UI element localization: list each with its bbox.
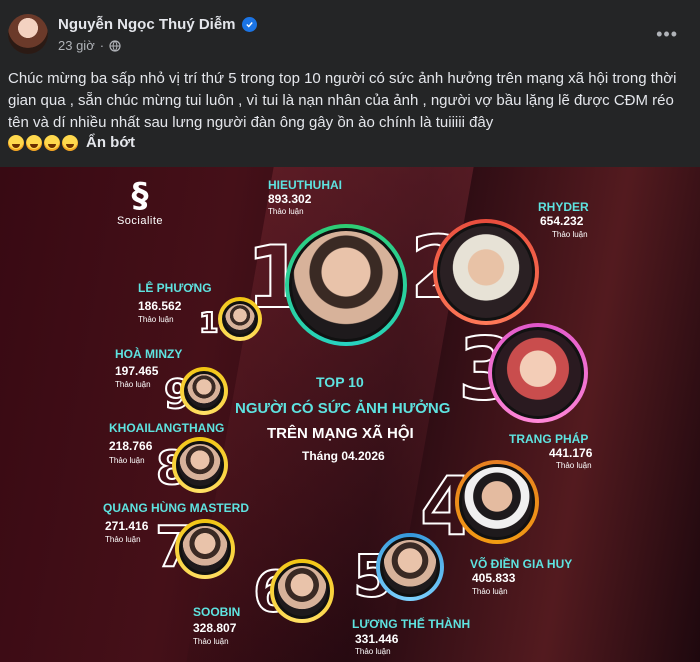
rank-10-photo-ring	[218, 297, 262, 341]
socialite-brand-text: Socialite	[116, 215, 164, 227]
post-text: Chúc mừng ba sấp nhỏ vị trí thứ 5 trong …	[8, 70, 677, 131]
rank-7-photo-ring	[175, 519, 235, 579]
verified-badge-icon	[241, 17, 257, 32]
facebook-post: Nguyễn Ngọc Thuý Diễm 23 giờ · ••• Chúc …	[0, 0, 700, 662]
rank-6-label: Thảo luận	[193, 637, 229, 646]
rank-7-label: Thảo luận	[105, 535, 141, 544]
rank-9-photo	[184, 371, 224, 411]
infographic-title-sub: TRÊN MẠNG XÃ HỘI	[267, 425, 414, 442]
rank-7-name: QUANG HÙNG MASTERD	[103, 501, 249, 515]
rank-3-photo	[492, 327, 584, 419]
rank-10-count: 186.562	[138, 299, 182, 313]
rank-10-name: LÊ PHƯƠNG	[138, 281, 212, 295]
rank-8-photo-ring	[172, 437, 228, 493]
rank-9-label: Thảo luận	[115, 380, 151, 389]
rank-5-photo	[380, 537, 440, 597]
grinning-sweat-emoji-icon	[44, 134, 60, 151]
rank-6-name: SOOBIN	[193, 605, 241, 619]
rank-9-count: 197.465	[115, 364, 159, 378]
dot-separator: ·	[99, 38, 105, 53]
rank-8-count: 218.766	[109, 439, 153, 453]
rank-1-label: Thảo luận	[268, 207, 304, 216]
rank-1-photo	[289, 228, 403, 342]
rank-5-label: Thảo luận	[355, 647, 391, 656]
infographic-title-main: NGƯỜI CÓ SỨC ẢNH HƯỞNG	[235, 400, 451, 417]
rank-5-count: 331.446	[355, 632, 399, 646]
rank-1-count: 893.302	[268, 192, 312, 206]
rank-4-name: VÕ ĐIỀN GIA HUY	[470, 557, 573, 571]
globe-icon	[109, 39, 121, 52]
grinning-sweat-emoji-icon	[8, 134, 24, 151]
rank-2-label: Thảo luận	[552, 230, 588, 239]
author-name-text[interactable]: Nguyễn Ngọc Thuý Diễm	[58, 16, 236, 33]
author-avatar[interactable]	[8, 14, 48, 54]
rank-6-photo	[274, 563, 330, 619]
grinning-sweat-emoji-icon	[26, 134, 42, 151]
rank-9-name: HOÀ MINZY	[115, 347, 183, 361]
rank-5-name: LƯƠNG THẾ THÀNH	[352, 617, 471, 631]
rank-3-count: 441.176	[549, 446, 593, 460]
infographic-title-top: TOP 10	[316, 374, 364, 390]
see-less-link[interactable]: Ẩn bớt	[86, 134, 135, 151]
rank-7-photo	[179, 523, 231, 575]
socialite-logo-icon: §	[131, 176, 149, 216]
rank-10-photo	[222, 301, 258, 337]
rank-1-name: HIEUTHUHAI	[268, 178, 342, 192]
rank-8-name: KHOAILANGTHANG	[109, 421, 225, 435]
rank-4-count: 405.833	[472, 571, 516, 585]
rank-2-photo-ring	[433, 219, 539, 325]
rank-1-photo-ring	[285, 224, 407, 346]
rank-5-photo-ring	[376, 533, 444, 601]
rank-4-photo-ring	[455, 460, 539, 544]
post-image[interactable]: § Socialite 1 HIEUTHUHAI 893.302 Thảo lu…	[0, 167, 700, 662]
rank-8-photo	[176, 441, 224, 489]
post-meta: 23 giờ ·	[58, 38, 121, 53]
rank-10-label: Thảo luận	[138, 315, 174, 324]
rank-4-photo	[459, 464, 535, 540]
infographic-date: Tháng 04.2026	[302, 449, 385, 463]
rank-3-label: Thảo luận	[556, 461, 592, 470]
rank-2-count: 654.232	[540, 214, 584, 228]
rank-6-count: 328.807	[193, 621, 237, 635]
author-name[interactable]: Nguyễn Ngọc Thuý Diễm	[58, 16, 257, 33]
post-time[interactable]: 23 giờ	[58, 38, 95, 53]
rank-2-photo	[437, 223, 535, 321]
rank-7-count: 271.416	[105, 519, 149, 533]
socialite-logo: § Socialite	[111, 177, 169, 227]
grinning-sweat-emoji-icon	[62, 134, 78, 151]
rank-4-label: Thảo luận	[472, 587, 508, 596]
rank-2-name: RHYDER	[538, 200, 589, 214]
more-options-icon[interactable]: •••	[656, 24, 678, 45]
rank-9-photo-ring	[180, 367, 228, 415]
rank-8-label: Thảo luận	[109, 456, 145, 465]
rank-3-name: TRANG PHÁP	[509, 432, 589, 446]
rank-3-photo-ring	[488, 323, 588, 423]
rank-6-photo-ring	[270, 559, 334, 623]
emoji-line: Ẩn bớt	[8, 134, 135, 151]
